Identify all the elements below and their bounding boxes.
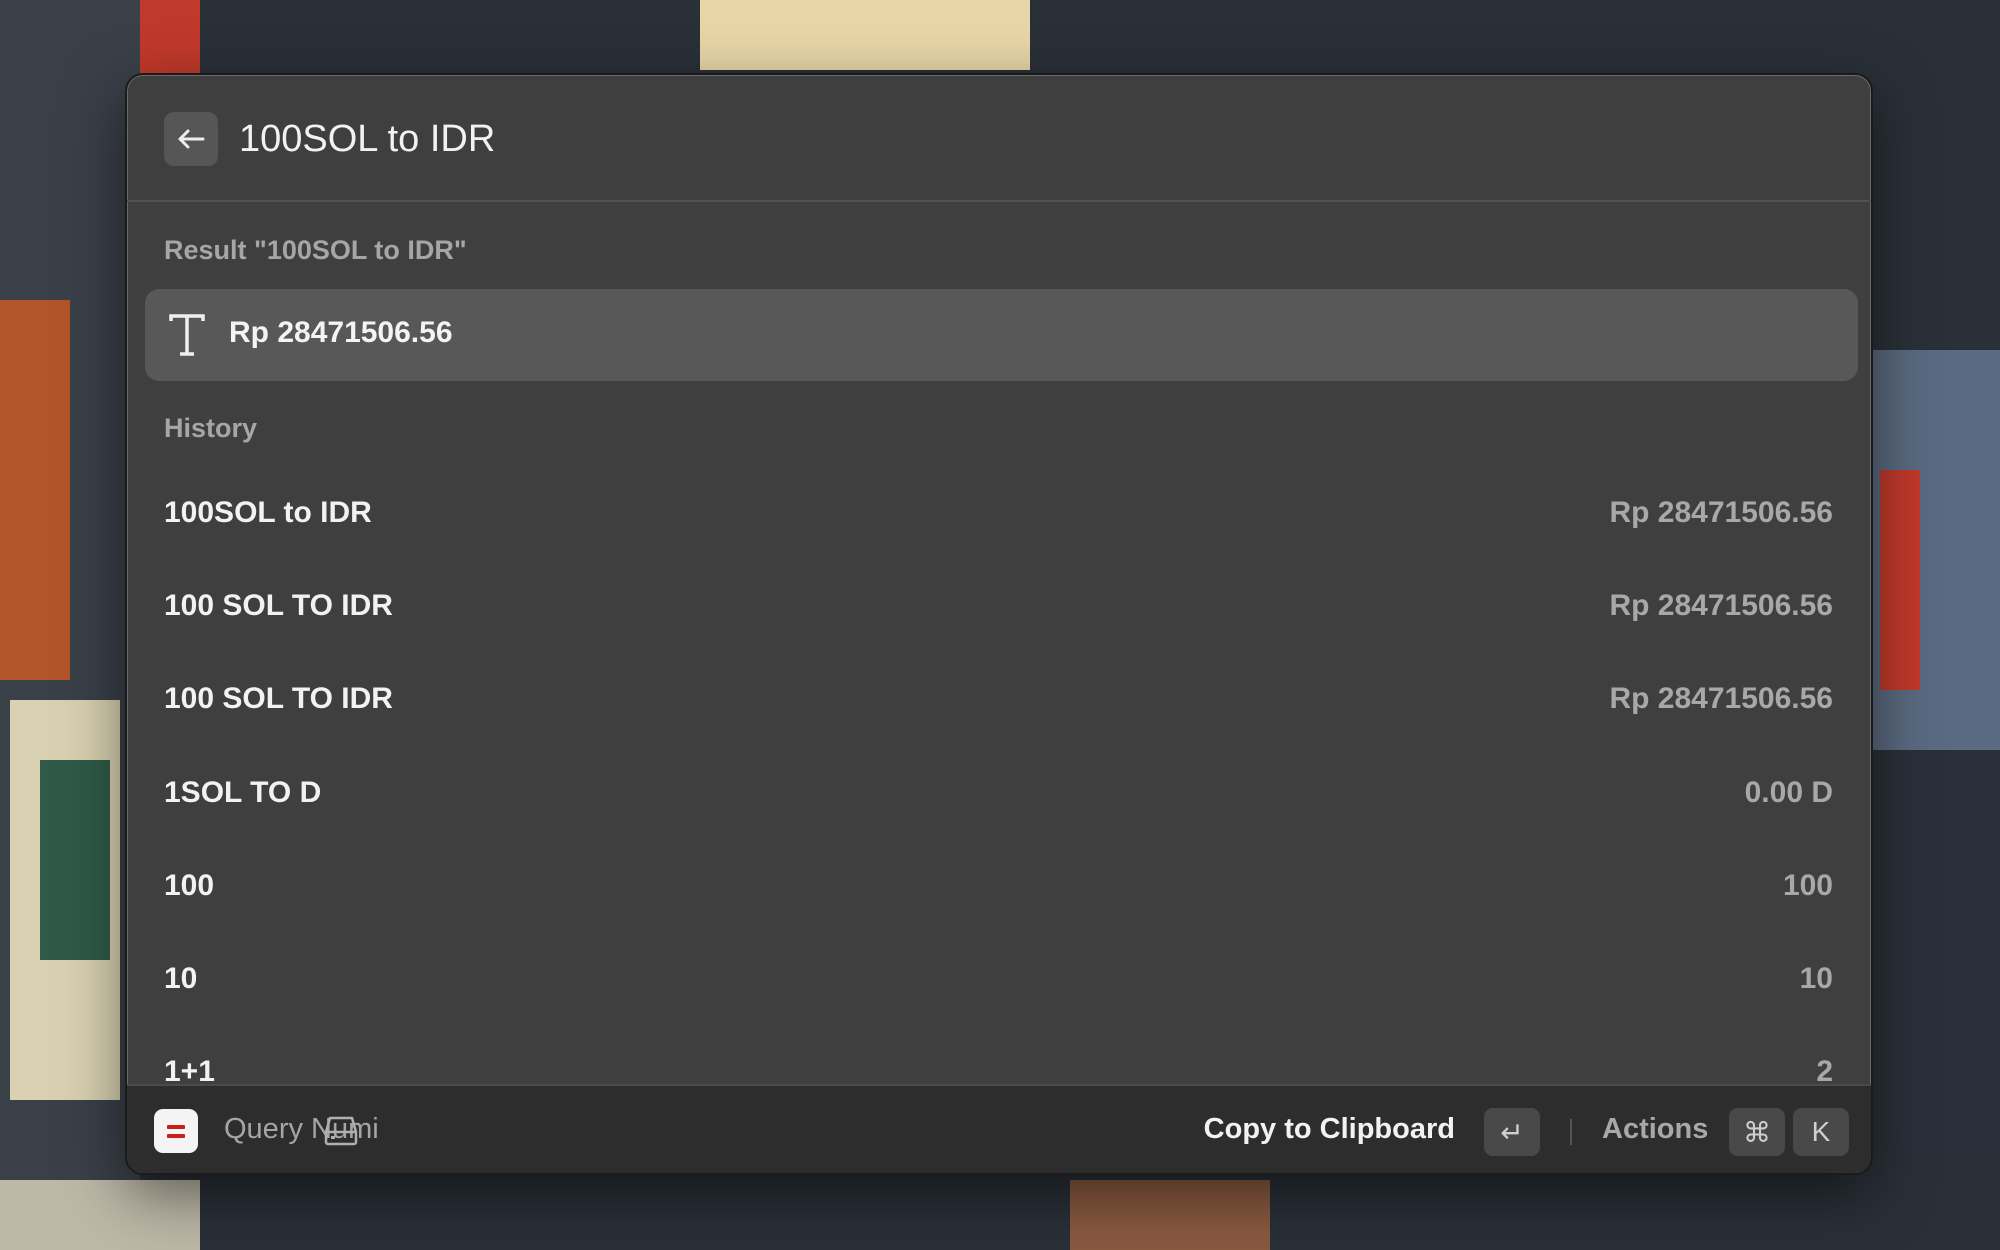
- history-item[interactable]: 100SOL to IDR Rp 28471506.56: [127, 469, 1871, 562]
- header: 100SOL to IDR: [127, 75, 1871, 202]
- text-t-icon: [169, 314, 205, 356]
- history-answer: 10: [1799, 962, 1833, 995]
- history-answer: Rp 28471506.56: [1609, 496, 1833, 529]
- result-section-label: Result "100SOL to IDR": [164, 235, 467, 265]
- copy-to-clipboard-button[interactable]: Copy to Clipboard: [1204, 1113, 1455, 1146]
- arrow-left-icon: [178, 129, 205, 149]
- actions-button[interactable]: Actions: [1602, 1113, 1708, 1146]
- history-item[interactable]: 1SOL TO D 0.00 D: [127, 749, 1871, 842]
- result-value: Rp 28471506.56: [229, 316, 453, 349]
- history-item[interactable]: 1+1 2: [127, 1028, 1871, 1087]
- history-query: 100 SOL TO IDR: [164, 589, 393, 622]
- history-query: 100SOL to IDR: [164, 496, 372, 529]
- search-query-title[interactable]: 100SOL to IDR: [239, 115, 495, 163]
- history-query: 1+1: [164, 1055, 215, 1087]
- history-query: 1SOL TO D: [164, 776, 322, 809]
- history-list: 100SOL to IDR Rp 28471506.56 100 SOL TO I…: [127, 469, 1871, 1087]
- history-section-label: History: [164, 413, 258, 443]
- history-answer: Rp 28471506.56: [1609, 682, 1833, 715]
- history-query: 100 SOL TO IDR: [164, 682, 393, 715]
- history-answer: Rp 28471506.56: [1609, 589, 1833, 622]
- history-item[interactable]: 100 SOL TO IDR Rp 28471506.56: [127, 562, 1871, 655]
- history-answer: 0.00 D: [1744, 776, 1833, 809]
- result-item-selected[interactable]: Rp 28471506.56: [145, 289, 1858, 381]
- hard-drive-icon: [324, 1116, 358, 1146]
- history-item[interactable]: 100 100: [127, 842, 1871, 935]
- action-bar: Query Numi Copy to Clipboard ↵ Actions ⌘…: [127, 1084, 1871, 1173]
- divider: [1570, 1119, 1572, 1145]
- numi-app-icon: [154, 1109, 198, 1153]
- history-answer: 2: [1816, 1055, 1833, 1087]
- k-key[interactable]: K: [1793, 1108, 1849, 1156]
- launcher-window: 100SOL to IDR Result "100SOL to IDR" Rp …: [125, 73, 1873, 1175]
- command-key-icon[interactable]: ⌘: [1729, 1108, 1785, 1156]
- history-query: 100: [164, 869, 215, 902]
- history-item[interactable]: 100 SOL TO IDR Rp 28471506.56: [127, 655, 1871, 748]
- history-answer: 100: [1782, 869, 1833, 902]
- history-item[interactable]: 10 10: [127, 935, 1871, 1028]
- history-query: 10: [164, 962, 198, 995]
- enter-key-icon[interactable]: ↵: [1484, 1108, 1540, 1156]
- back-button[interactable]: [164, 112, 218, 166]
